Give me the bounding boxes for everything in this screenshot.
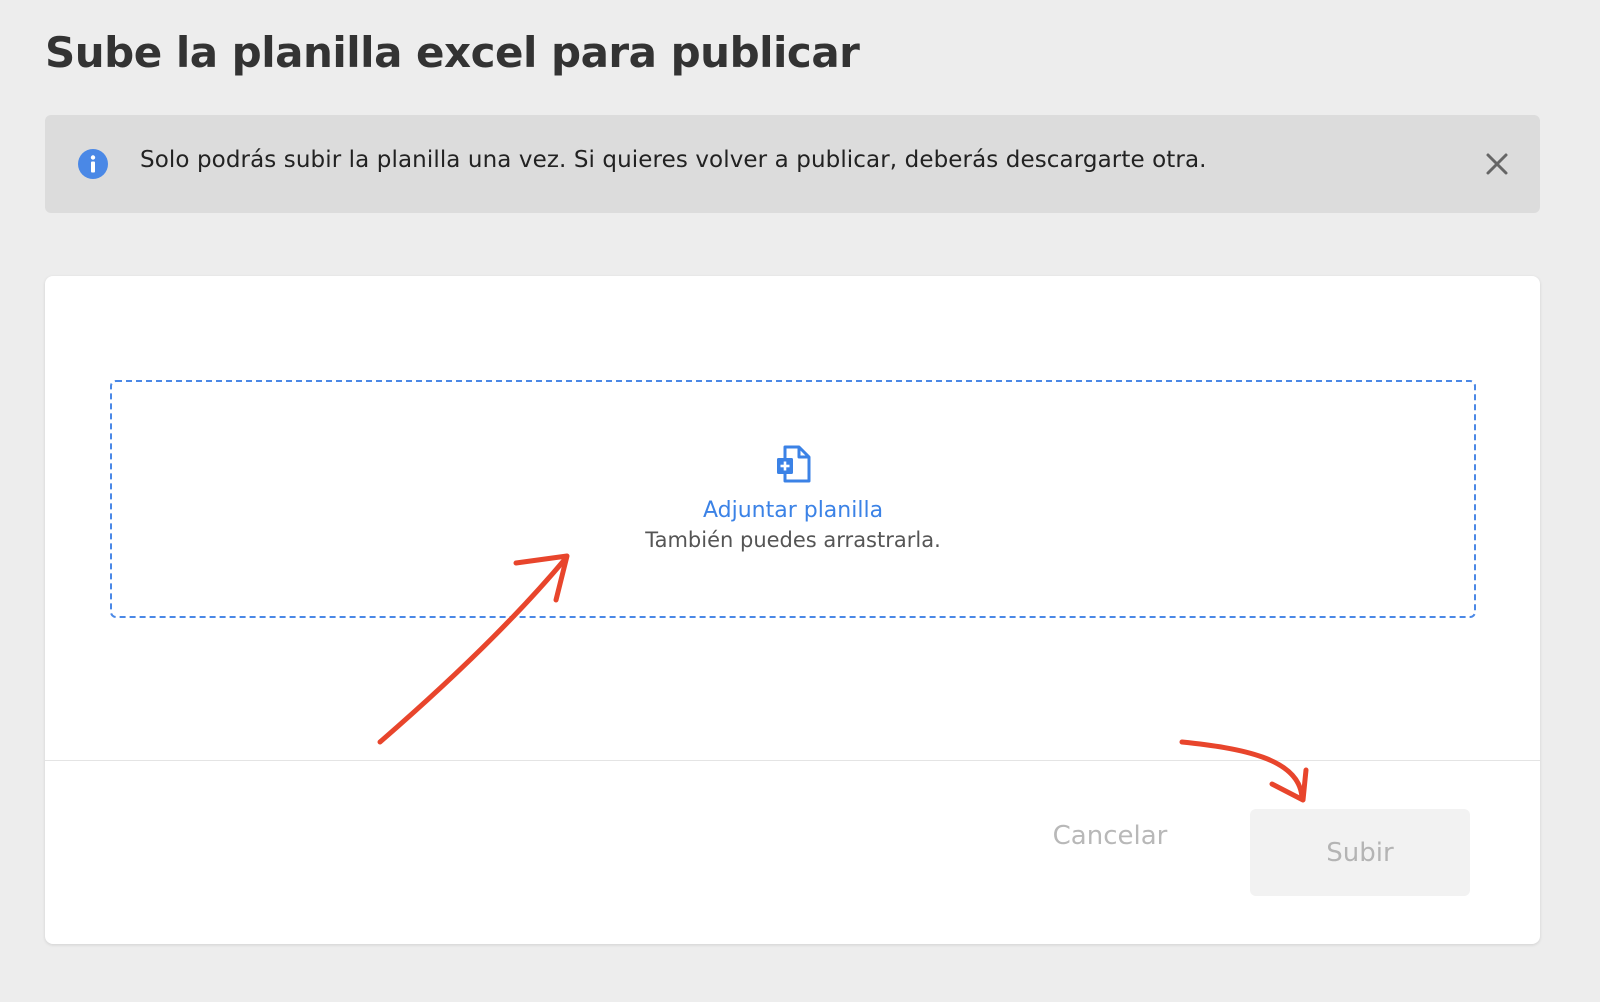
page-title: Sube la planilla excel para publicar	[45, 28, 860, 77]
upload-card: Adjuntar planilla También puedes arrastr…	[45, 276, 1540, 944]
submit-button[interactable]: Subir	[1250, 809, 1470, 896]
info-icon	[78, 149, 108, 179]
close-icon[interactable]	[1484, 151, 1510, 177]
file-add-icon	[777, 445, 811, 483]
cancel-button[interactable]: Cancelar	[1050, 811, 1170, 861]
file-dropzone[interactable]: Adjuntar planilla También puedes arrastr…	[110, 380, 1476, 618]
drag-hint-text: También puedes arrastrarla.	[645, 528, 941, 552]
info-banner: Solo podrás subir la planilla una vez. S…	[45, 115, 1540, 213]
info-banner-message: Solo podrás subir la planilla una vez. S…	[140, 147, 1207, 173]
attach-spreadsheet-link[interactable]: Adjuntar planilla	[112, 498, 1474, 523]
card-divider	[45, 760, 1540, 761]
